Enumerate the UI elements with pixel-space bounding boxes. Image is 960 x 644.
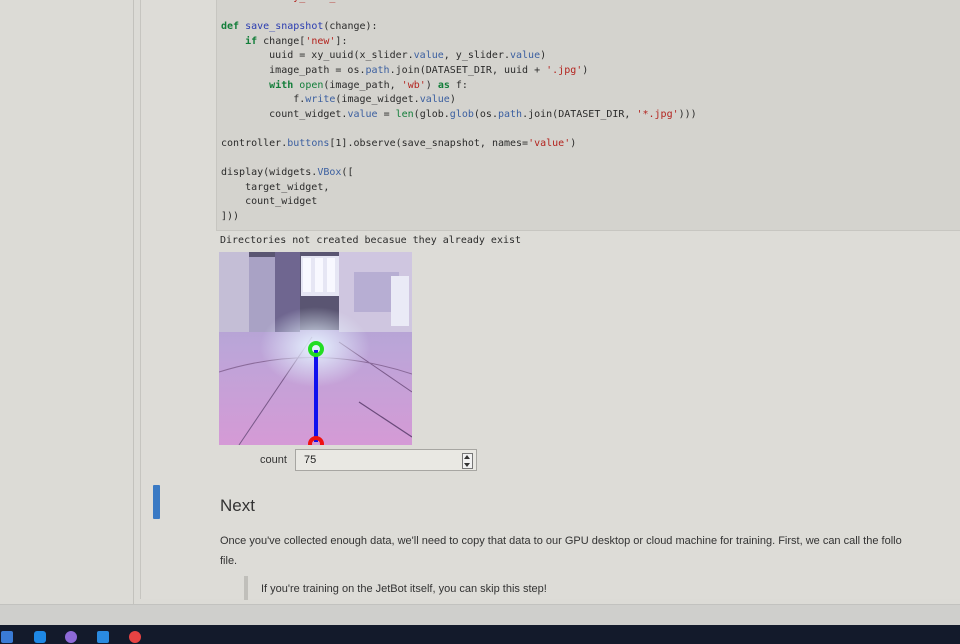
code-line-6: with open(image_path, 'wb') as f:	[269, 79, 468, 91]
code-line-0: return xy_uuid_....	[221, 0, 359, 3]
count-input[interactable]: 75	[295, 449, 477, 471]
gutter-divider	[133, 0, 134, 604]
code-line-3: if change['new']:	[245, 35, 348, 47]
code-line-14: count_widget	[221, 196, 318, 208]
code-line-5: image_path = os.path.join(DATASET_DIR, u…	[221, 64, 589, 76]
code-line-15: ]))	[221, 210, 240, 222]
selected-cell-indicator	[153, 485, 160, 519]
code-editor[interactable]: return xy_uuid_.... def save_snapshot(ch…	[221, 0, 697, 225]
vscode-icon[interactable]	[97, 631, 109, 643]
blockquote-text: If you're training on the JetBot itself,…	[261, 583, 547, 595]
markdown-paragraph: Once you've collected enough data, we'll…	[220, 531, 960, 571]
wps-icon[interactable]	[1, 631, 13, 643]
phone-icon[interactable]	[34, 631, 46, 643]
paragraph-line-2: file.	[220, 555, 238, 567]
camera-image[interactable]	[219, 252, 412, 445]
count-value: 75	[304, 454, 317, 466]
left-gutter	[0, 0, 133, 604]
code-line-4: uuid = xy_uuid(x_slider.value, y_slider.…	[221, 50, 547, 62]
section-heading: Next	[220, 496, 255, 515]
paragraph-line-1: Once you've collected enough data, we'll…	[220, 535, 902, 547]
code-line-7: f.write(image_widget.value)	[221, 94, 456, 106]
output-message: Directories not created becasue they alr…	[220, 235, 522, 246]
code-line-12: display(widgets.VBox([	[221, 167, 354, 179]
code-line-2: def save_snapshot(change):	[221, 21, 378, 33]
count-label: count	[260, 454, 287, 466]
taskbar	[0, 625, 960, 644]
code-line-8: count_widget.value = len(glob.glob(os.pa…	[221, 108, 697, 120]
count-spinner[interactable]	[462, 453, 473, 469]
blockquote-bar	[244, 576, 248, 600]
code-line-13: target_widget,	[221, 181, 330, 193]
app-red-icon[interactable]	[129, 631, 141, 643]
horizontal-scrollbar-area[interactable]	[0, 604, 960, 626]
code-line-10: controller.buttons[1].observe(save_snaps…	[221, 137, 577, 149]
discord-icon[interactable]	[65, 631, 77, 643]
